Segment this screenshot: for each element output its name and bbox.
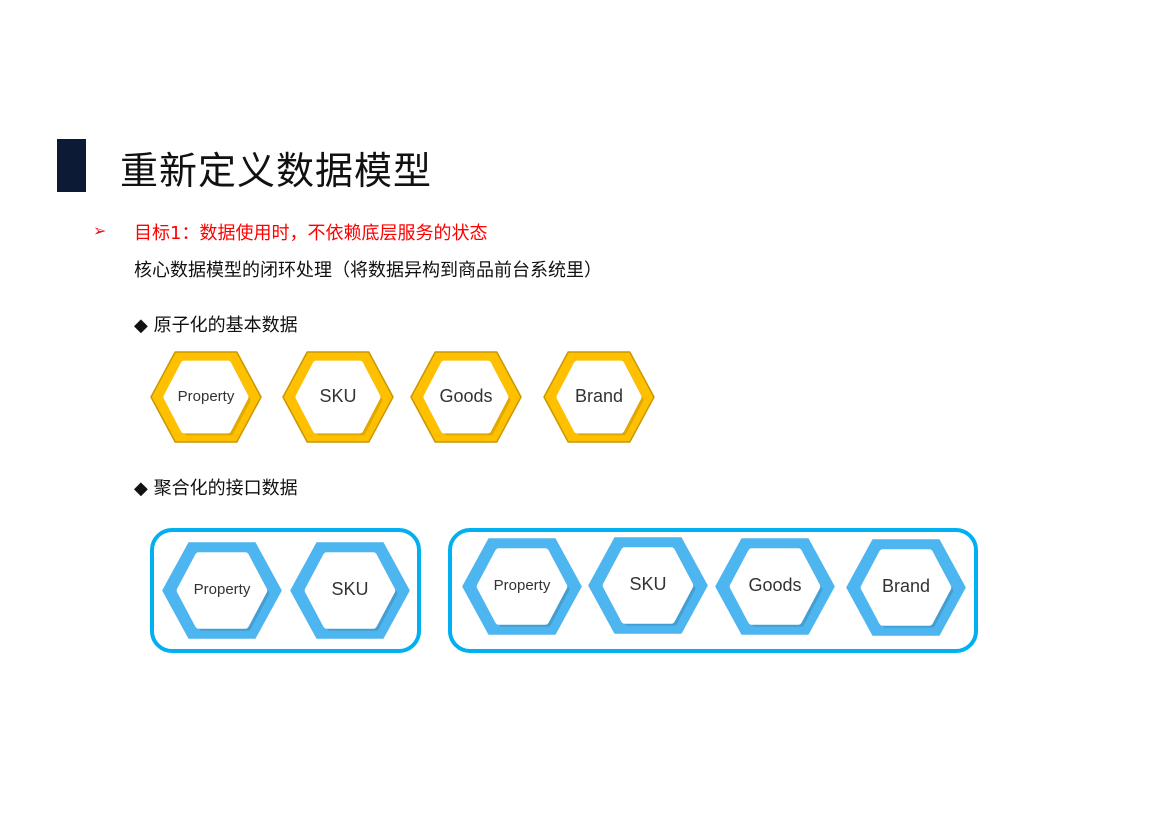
section-atomic-label: 原子化的基本数据 — [153, 315, 298, 336]
arrow-bullet-icon: ➢ — [93, 221, 107, 240]
hexagon-label: Property — [493, 577, 551, 594]
hexagon-label: SKU — [629, 574, 667, 595]
page-title: 重新定义数据模型 — [120, 149, 433, 193]
hexagon-label: Brand — [881, 576, 931, 597]
section-aggregate-heading: ◆ 聚合化的接口数据 — [134, 474, 298, 500]
hexagon-sku: SKU — [588, 536, 708, 634]
hexagon-property: Property — [162, 541, 282, 639]
diamond-bullet-icon: ◆ — [134, 315, 148, 336]
hexagon-label: Brand — [574, 386, 624, 407]
hexagon-label: Goods — [748, 575, 802, 596]
hexagon-label: Goods — [439, 386, 493, 407]
subtitle-text: 核心数据模型的闭环处理（将数据异构到商品前台系统里） — [134, 260, 602, 281]
hexagon-sku: SKU — [290, 541, 410, 639]
hexagon-label: SKU — [319, 386, 357, 407]
section-aggregate-label: 聚合化的接口数据 — [153, 478, 298, 499]
hexagon-label: Property — [193, 581, 251, 598]
diamond-bullet-icon: ◆ — [134, 478, 148, 499]
hexagon-label: Property — [177, 388, 235, 405]
section-atomic-heading: ◆ 原子化的基本数据 — [134, 311, 298, 337]
goal-text: 目标1：数据使用时，不依赖底层服务的状态 — [134, 223, 488, 244]
title-accent-bar — [57, 139, 86, 192]
hexagon-property: Property — [462, 537, 582, 635]
hexagon-brand: Brand — [543, 351, 655, 443]
hexagon-brand: Brand — [846, 538, 966, 636]
hexagon-sku: SKU — [282, 351, 394, 443]
hexagon-goods: Goods — [410, 351, 522, 443]
hexagon-label: SKU — [331, 579, 369, 600]
hexagon-property: Property — [150, 351, 262, 443]
hexagon-goods: Goods — [715, 537, 835, 635]
